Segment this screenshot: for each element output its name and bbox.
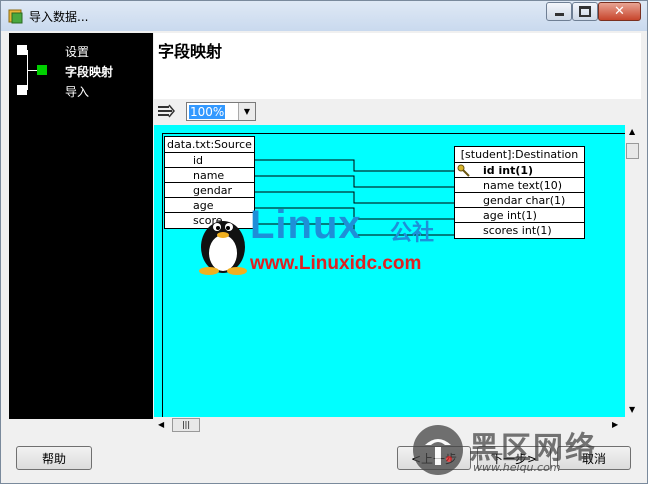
mapping-canvas[interactable]: data.txt:Source id name gendar age score…	[154, 125, 626, 418]
key-icon	[457, 163, 471, 181]
watermark-brand-cn: 公社	[390, 221, 435, 246]
step-label: 导入	[65, 85, 90, 99]
tree-line	[19, 90, 27, 91]
close-button[interactable]: ✕	[598, 2, 641, 21]
close-icon: ✕	[614, 4, 625, 19]
auto-map-icon[interactable]	[157, 103, 177, 122]
mapping-line	[254, 175, 454, 188]
destination-table-title: [student]:Destination	[455, 147, 584, 163]
vertical-scrollbar[interactable]: ▲ ▼	[625, 125, 641, 417]
scroll-left-arrow-icon[interactable]: ◀	[158, 420, 164, 429]
current-step-indicator	[37, 65, 47, 75]
step-label: 字段映射	[65, 65, 114, 79]
scroll-thumb[interactable]: |||	[172, 418, 200, 432]
destination-field[interactable]: name text(10)	[455, 178, 584, 193]
destination-field[interactable]: scores int(1)	[455, 223, 584, 238]
help-button[interactable]: 帮助	[16, 446, 92, 470]
page-title: 字段映射	[158, 42, 223, 61]
window-title: 导入数据...	[29, 10, 89, 24]
destination-field-label: id int(1)	[483, 164, 534, 177]
watermark-brand: Linux	[250, 203, 362, 247]
maximize-icon	[579, 6, 591, 17]
minimize-icon	[554, 13, 564, 16]
scroll-thumb[interactable]	[626, 143, 639, 159]
scroll-down-arrow-icon[interactable]: ▼	[629, 405, 635, 414]
watermark-url: www.Linuxidc.com	[250, 253, 422, 274]
dialog-window: 导入数据... ✕ 设置 字段映射 导入 字段映射 100% ▼ data.tx…	[0, 0, 648, 484]
header-panel: 字段映射	[154, 33, 641, 99]
zoom-value: 100%	[189, 105, 226, 119]
mapping-line	[254, 191, 454, 204]
maximize-button[interactable]	[572, 2, 598, 21]
linux-watermark: Linux 公社 www.Linuxidc.com	[192, 203, 462, 279]
destination-field-key[interactable]: id int(1)	[455, 163, 584, 178]
zoom-select[interactable]: 100% ▼	[186, 102, 256, 121]
toolbar: 100% ▼	[154, 99, 641, 125]
scroll-up-arrow-icon[interactable]: ▲	[629, 127, 635, 136]
destination-table[interactable]: [student]:Destination id int(1) name tex…	[454, 146, 585, 239]
heiqu-watermark: 黑区网络 www.heiqu.com	[411, 419, 639, 481]
destination-field[interactable]: age int(1)	[455, 208, 584, 223]
tree-line	[19, 49, 27, 50]
heiqu-url: www.heiqu.com	[473, 461, 561, 474]
penguin-logo	[199, 221, 247, 275]
minimize-button[interactable]	[546, 2, 572, 21]
step-indicator	[17, 45, 27, 55]
app-icon	[8, 8, 24, 24]
title-bar[interactable]: 导入数据... ✕	[1, 1, 647, 31]
destination-field[interactable]: gendar char(1)	[455, 193, 584, 208]
step-label: 设置	[65, 45, 90, 59]
wizard-steps-panel: 设置 字段映射 导入	[9, 33, 153, 419]
mapping-line	[254, 159, 454, 172]
chevron-down-icon[interactable]: ▼	[238, 103, 255, 120]
heiqu-logo	[413, 425, 463, 475]
